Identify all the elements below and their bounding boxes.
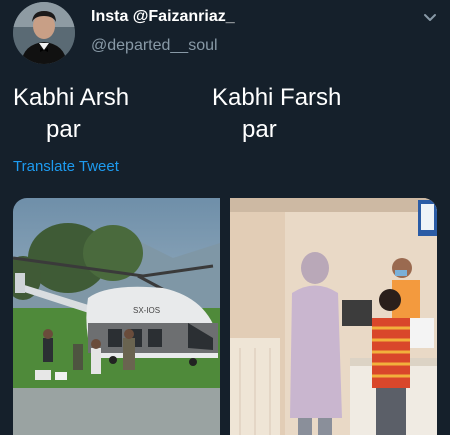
tweet-text-line-2-right: par xyxy=(242,116,277,143)
helicopter-registration: SX-IOS xyxy=(133,306,160,315)
tweet-media[interactable]: SX-IOS xyxy=(13,198,437,435)
translate-tweet-link[interactable]: Translate Tweet xyxy=(13,158,119,175)
chevron-down-icon[interactable] xyxy=(420,8,440,28)
tweet-text-line-1-left: Kabhi Arsh xyxy=(13,84,130,111)
author-display-name[interactable]: Insta @Faizanriaz_ xyxy=(91,8,235,26)
tweet-text-line-1-right: Kabhi Farsh xyxy=(212,84,342,111)
avatar-image xyxy=(13,2,75,64)
counter-queue-photo[interactable] xyxy=(230,198,437,435)
avatar[interactable] xyxy=(13,2,75,64)
tweet-text-line-2-left: par xyxy=(46,116,81,143)
author-handle[interactable]: @departed__soul xyxy=(91,37,218,55)
helicopter-photo[interactable]: SX-IOS xyxy=(13,198,220,435)
